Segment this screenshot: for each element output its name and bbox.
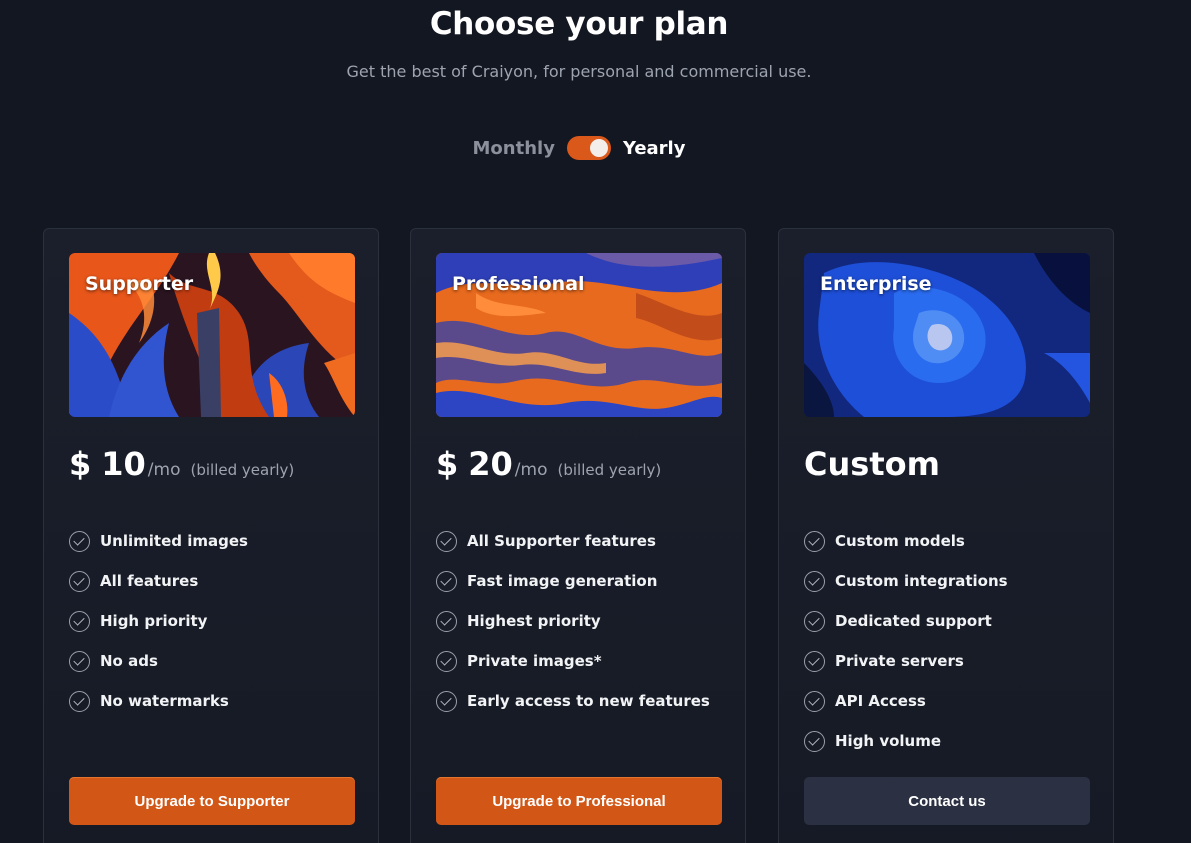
check-circle-icon <box>804 730 825 752</box>
billing-yearly-label[interactable]: Yearly <box>623 138 686 159</box>
feature-label: Custom models <box>835 532 965 550</box>
feature-label: High priority <box>100 612 208 630</box>
price-currency: $ <box>436 445 459 483</box>
check-circle-icon <box>436 530 457 552</box>
check-circle-icon <box>69 530 90 552</box>
feature-list: Unlimited images All features High prior… <box>69 521 248 721</box>
feature-label: All Supporter features <box>467 532 656 550</box>
check-circle-icon <box>436 690 457 712</box>
plan-artwork-enterprise: Enterprise <box>804 253 1090 417</box>
check-circle-icon <box>804 610 825 632</box>
feature-label: Private images* <box>467 652 602 670</box>
billing-period-switch: Monthly Yearly <box>0 136 1158 160</box>
billing-note: (billed yearly) <box>557 461 662 479</box>
check-circle-icon <box>804 530 825 552</box>
page-title: Choose your plan <box>429 6 729 42</box>
feature-label: No watermarks <box>100 692 229 710</box>
feature-item: Private servers <box>804 641 1008 681</box>
plan-price: $ 10 /mo (billed yearly) <box>69 445 294 483</box>
feature-item: No watermarks <box>69 681 248 721</box>
pricing-page: Choose your plan Get the best of Craiyon… <box>0 0 1191 843</box>
check-circle-icon <box>804 570 825 592</box>
feature-label: All features <box>100 572 199 590</box>
feature-label: Private servers <box>835 652 964 670</box>
upgrade-professional-button[interactable]: Upgrade to Professional <box>436 777 722 825</box>
check-circle-icon <box>69 690 90 712</box>
check-circle-icon <box>804 690 825 712</box>
price-amount: 10 <box>101 445 146 483</box>
check-circle-icon <box>436 570 457 592</box>
toggle-knob <box>589 139 608 157</box>
feature-item: High priority <box>69 601 248 641</box>
feature-label: No ads <box>100 652 158 670</box>
feature-label: Fast image generation <box>467 572 658 590</box>
plan-artwork-supporter: Supporter <box>69 253 355 417</box>
feature-item: Custom integrations <box>804 561 1008 601</box>
feature-item: API Access <box>804 681 1008 721</box>
price-currency: $ <box>69 445 92 483</box>
plan-price: $ 20 /mo (billed yearly) <box>436 445 661 483</box>
plan-artwork-professional: Professional <box>436 253 722 417</box>
feature-item: Private images* <box>436 641 710 681</box>
billing-note: (billed yearly) <box>190 461 295 479</box>
billing-monthly-label[interactable]: Monthly <box>473 138 555 159</box>
contact-us-button[interactable]: Contact us <box>804 777 1090 825</box>
feature-item: No ads <box>69 641 248 681</box>
feature-item: Highest priority <box>436 601 710 641</box>
feature-list: Custom models Custom integrations Dedica… <box>804 521 1008 761</box>
plan-name: Professional <box>452 273 585 295</box>
feature-item: High volume <box>804 721 1008 761</box>
price-amount: 20 <box>468 445 513 483</box>
feature-label: Unlimited images <box>100 532 248 550</box>
feature-label: Highest priority <box>467 612 601 630</box>
feature-item: Fast image generation <box>436 561 710 601</box>
check-circle-icon <box>69 650 90 672</box>
price-period: /mo <box>147 460 181 480</box>
plan-name: Enterprise <box>820 273 932 295</box>
feature-item: All features <box>69 561 248 601</box>
plan-card-enterprise: Enterprise Custom Custom models Custom i… <box>778 228 1114 843</box>
feature-label: Custom integrations <box>835 572 1008 590</box>
plan-card-professional: Professional $ 20 /mo (billed yearly) Al… <box>410 228 746 843</box>
feature-item: Early access to new features <box>436 681 710 721</box>
price-period: /mo <box>514 460 548 480</box>
plan-name: Supporter <box>85 273 194 295</box>
page-subtitle: Get the best of Craiyon, for personal an… <box>346 62 812 81</box>
check-circle-icon <box>69 610 90 632</box>
feature-item: Custom models <box>804 521 1008 561</box>
feature-item: All Supporter features <box>436 521 710 561</box>
check-circle-icon <box>804 650 825 672</box>
check-circle-icon <box>69 570 90 592</box>
plan-card-supporter: Supporter $ 10 /mo (billed yearly) Unlim… <box>43 228 379 843</box>
feature-item: Dedicated support <box>804 601 1008 641</box>
feature-item: Unlimited images <box>69 521 248 561</box>
feature-list: All Supporter features Fast image genera… <box>436 521 710 721</box>
upgrade-supporter-button[interactable]: Upgrade to Supporter <box>69 777 355 825</box>
check-circle-icon <box>436 610 457 632</box>
billing-toggle[interactable] <box>566 136 611 160</box>
feature-label: API Access <box>835 692 926 710</box>
feature-label: High volume <box>835 732 942 750</box>
feature-label: Dedicated support <box>835 612 992 630</box>
plan-price-custom: Custom <box>804 445 940 483</box>
check-circle-icon <box>436 650 457 672</box>
feature-label: Early access to new features <box>467 692 710 710</box>
